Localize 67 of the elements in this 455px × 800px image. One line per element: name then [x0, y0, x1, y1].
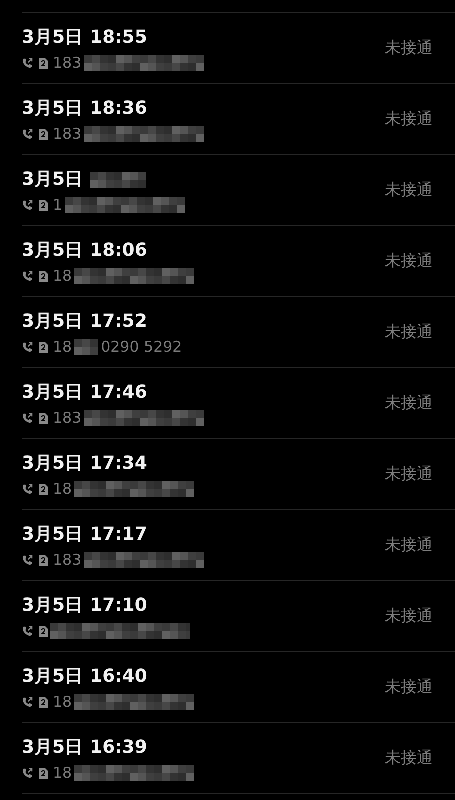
sim-card-icon — [39, 200, 48, 210]
redaction-blur — [74, 339, 98, 355]
call-date: 3月5日 — [22, 97, 84, 121]
call-date: 3月5日 — [22, 26, 84, 50]
call-time: 18:55 — [90, 26, 148, 50]
call-status: 未接通 — [385, 108, 433, 130]
call-time: 17:46 — [90, 381, 148, 405]
phone-number: 18 — [53, 692, 72, 713]
phone-number: 0290 5292 — [101, 336, 182, 358]
phone-number: 183 — [53, 550, 82, 571]
outgoing-call-icon — [22, 128, 33, 140]
call-date: 3月5日 — [22, 665, 84, 689]
outgoing-call-icon — [22, 200, 33, 210]
outgoing-call-icon — [22, 484, 33, 494]
outgoing-call-icon — [22, 58, 33, 68]
outgoing-call-icon — [22, 768, 33, 778]
sim-card-icon — [39, 768, 48, 778]
call-status: 未接通 — [385, 463, 433, 485]
outgoing-call-icon — [22, 696, 33, 708]
phone-number: 18 — [53, 762, 72, 784]
call-status: 未接通 — [385, 605, 433, 627]
call-date: 3月5日 — [22, 310, 84, 334]
call-time: 18:36 — [90, 97, 148, 121]
call-date: 3月5日 — [22, 736, 84, 760]
sim-card-icon — [39, 484, 48, 494]
call-time: 17:10 — [90, 594, 148, 618]
call-status: 未接通 — [385, 179, 433, 201]
call-time: 16:39 — [90, 736, 148, 760]
call-time: 17:17 — [90, 523, 148, 547]
sim-card-icon — [39, 270, 48, 282]
call-status: 未接通 — [385, 676, 433, 698]
call-date: 3月5日 — [22, 381, 84, 405]
phone-number: 18 — [53, 336, 72, 358]
sim-card-icon — [39, 626, 48, 636]
outgoing-call-icon — [22, 270, 33, 282]
call-status: 未接通 — [385, 534, 433, 556]
call-status: 未接通 — [385, 747, 433, 769]
phone-number: 18 — [53, 266, 72, 287]
sim-card-icon — [39, 58, 48, 68]
outgoing-call-icon — [22, 342, 33, 352]
sim-card-icon — [39, 412, 48, 424]
sim-card-icon — [39, 696, 48, 708]
sim-card-icon — [39, 342, 48, 352]
phone-number: 183 — [53, 52, 82, 74]
sim-card-icon — [39, 128, 48, 140]
call-time: 17:52 — [90, 310, 148, 334]
call-date: 3月5日 — [22, 239, 84, 263]
phone-number: 183 — [53, 408, 82, 429]
call-time: 16:40 — [90, 665, 148, 689]
call-status: 未接通 — [385, 37, 433, 59]
call-time: 18:06 — [90, 239, 148, 263]
phone-number: 183 — [53, 124, 82, 145]
call-time: 17:34 — [90, 452, 148, 476]
phone-number: 18 — [53, 478, 72, 500]
call-date: 3月5日 — [22, 523, 84, 547]
phone-number: 1 — [53, 194, 63, 216]
call-status: 未接通 — [385, 321, 433, 343]
call-date: 3月5日 — [22, 168, 84, 192]
call-status: 未接通 — [385, 250, 433, 272]
outgoing-call-icon — [22, 412, 33, 424]
outgoing-call-icon — [22, 554, 33, 566]
call-date: 3月5日 — [22, 594, 84, 618]
outgoing-call-icon — [22, 626, 33, 636]
call-date: 3月5日 — [22, 452, 84, 476]
sim-card-icon — [39, 554, 48, 566]
call-status: 未接通 — [385, 392, 433, 414]
redaction-blur — [90, 172, 146, 188]
